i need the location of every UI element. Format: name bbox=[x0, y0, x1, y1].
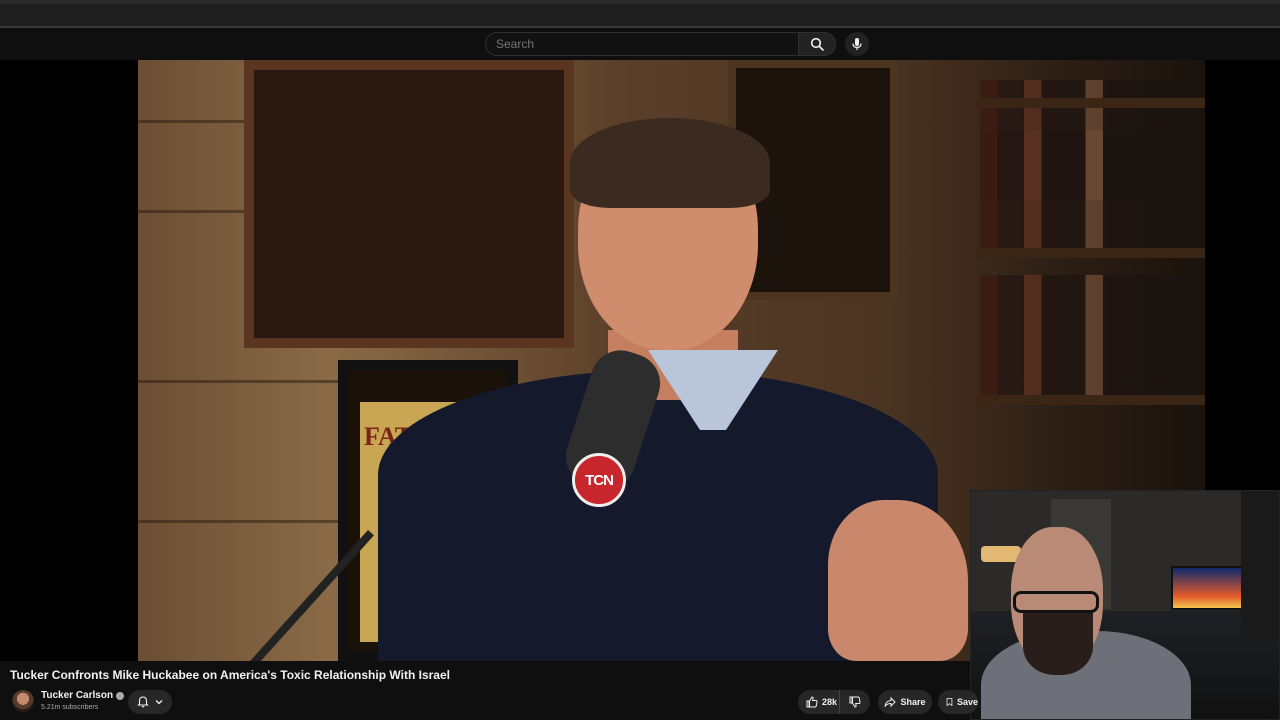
browser-tab-strip bbox=[0, 0, 1280, 4]
search-box[interactable] bbox=[485, 32, 798, 56]
wall-plank bbox=[138, 380, 338, 383]
channel-name[interactable]: Tucker Carlson bbox=[41, 690, 113, 701]
bell-icon bbox=[136, 696, 149, 708]
bookshelf-books bbox=[980, 130, 1200, 250]
mic-logo: TCN bbox=[572, 453, 626, 507]
share-button[interactable]: Share bbox=[878, 690, 932, 714]
bookshelf-books bbox=[980, 275, 1200, 395]
bookshelf-shelf bbox=[976, 248, 1205, 258]
webcam-shelf bbox=[1241, 491, 1279, 641]
bookmark-icon bbox=[946, 698, 953, 707]
host-hand bbox=[828, 500, 968, 661]
video-title: Tucker Confronts Mike Huckabee on Americ… bbox=[10, 668, 450, 682]
save-button[interactable]: Save bbox=[938, 690, 978, 714]
search-button[interactable] bbox=[798, 32, 836, 56]
like-count: 28k bbox=[822, 697, 838, 707]
bookshelf-shelf bbox=[976, 395, 1205, 405]
share-icon bbox=[884, 696, 897, 708]
thumbs-down-icon bbox=[849, 696, 861, 708]
host-hair bbox=[570, 118, 770, 208]
streamer-glasses bbox=[1013, 591, 1099, 613]
wall-frame bbox=[244, 60, 574, 348]
channel-avatar[interactable] bbox=[12, 690, 34, 712]
save-label: Save bbox=[956, 697, 978, 707]
masthead bbox=[0, 28, 1280, 60]
search-input[interactable] bbox=[486, 33, 776, 55]
subscriber-count: 5.21m subscribers bbox=[41, 704, 99, 711]
notification-bell-button[interactable] bbox=[128, 690, 172, 714]
streamer-beard bbox=[1023, 611, 1093, 675]
microphone-icon bbox=[852, 38, 862, 50]
channel-name-row[interactable]: Tucker Carlson bbox=[41, 690, 125, 701]
browser-chrome bbox=[0, 0, 1280, 28]
wall-plank bbox=[138, 520, 338, 523]
like-button[interactable]: 28k bbox=[798, 690, 840, 714]
dislike-button[interactable] bbox=[840, 690, 870, 714]
chevron-down-icon bbox=[155, 700, 162, 705]
share-label: Share bbox=[900, 697, 926, 707]
thumbs-up-icon bbox=[806, 696, 818, 708]
bookshelf-shelf bbox=[976, 98, 1205, 108]
search-icon bbox=[810, 37, 824, 51]
voice-search-button[interactable] bbox=[845, 32, 869, 56]
like-dislike-group: 28k bbox=[798, 690, 870, 714]
webcam-overlay bbox=[970, 490, 1280, 720]
verified-badge-icon bbox=[116, 691, 125, 700]
webcam-tv bbox=[1171, 566, 1247, 610]
